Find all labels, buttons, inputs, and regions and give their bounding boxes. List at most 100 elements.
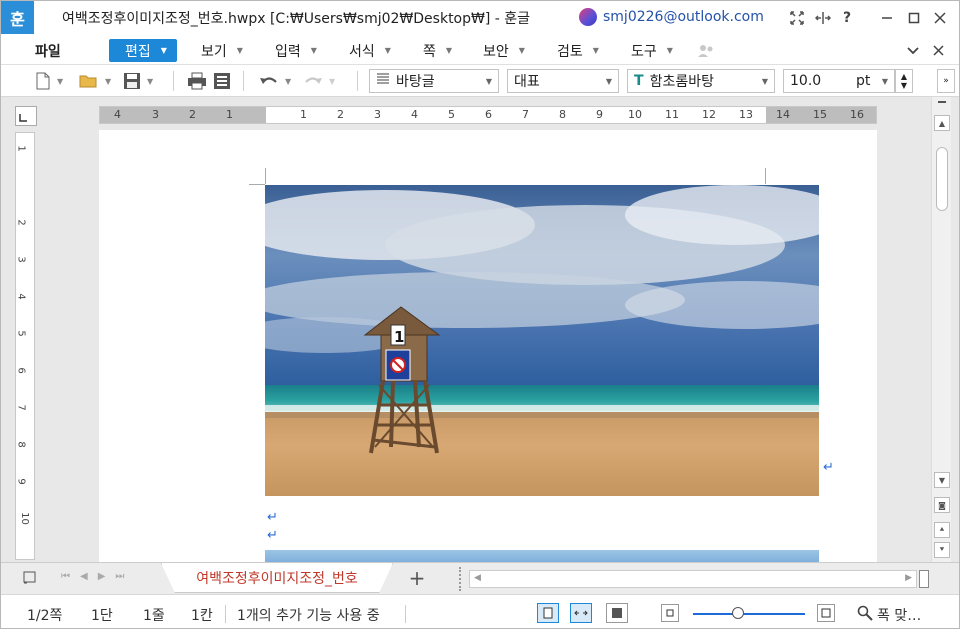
ruler-tick: 4 xyxy=(15,293,27,300)
page-select-icon[interactable]: ◙ xyxy=(934,497,950,513)
menu-format[interactable]: 서식 ▼ xyxy=(349,39,391,62)
menu-security[interactable]: 보안 ▼ xyxy=(483,39,525,62)
add-tab-button[interactable]: + xyxy=(397,566,437,590)
horizontal-scrollbar[interactable]: ◀ ▶ xyxy=(469,570,917,588)
ruler-tick: 10 xyxy=(628,108,642,121)
vertical-ruler[interactable]: 1 2 3 4 5 6 7 8 9 10 xyxy=(15,132,35,560)
menu-page[interactable]: 쪽 ▼ xyxy=(423,39,452,62)
menu-tools-label: 도구 xyxy=(631,43,657,60)
toolbar-expand-icon[interactable]: » xyxy=(937,69,955,93)
chevron-down-icon: ▼ xyxy=(592,46,599,55)
scroll-down-icon[interactable]: ▼ xyxy=(934,472,950,488)
toolbar-divider xyxy=(243,71,244,91)
menu-view[interactable]: 보기 ▼ xyxy=(201,39,243,62)
prev-page-icon[interactable]: ⯅ xyxy=(934,522,950,538)
zoom-in-button[interactable] xyxy=(817,604,835,622)
menu-edit[interactable]: 편집 ▼ xyxy=(109,39,177,62)
style-combo-value: 바탕글 xyxy=(396,74,435,90)
menu-review[interactable]: 검토 ▼ xyxy=(557,39,599,62)
ruler-tick: 1 xyxy=(15,145,27,152)
redo-button[interactable]: ▼ xyxy=(303,70,335,92)
tab-document[interactable]: 여백조정후이미지조정_번호 xyxy=(161,563,393,593)
scroll-up-icon[interactable]: ▲ xyxy=(934,115,950,131)
account-avatar-icon[interactable] xyxy=(579,8,597,26)
maximize-icon[interactable] xyxy=(904,8,924,28)
ruler-tick: 6 xyxy=(485,108,492,121)
expand-icon[interactable] xyxy=(787,8,807,28)
doc-close-icon[interactable] xyxy=(933,39,944,62)
menu-insert[interactable]: 입력 ▼ xyxy=(275,39,317,62)
undo-button[interactable]: ▼ xyxy=(259,70,291,92)
beach-photo[interactable]: 1 xyxy=(265,185,819,496)
style-combo[interactable]: 바탕글 ▼ xyxy=(369,69,499,93)
close-icon[interactable] xyxy=(930,8,950,28)
chevron-down-icon: ▼ xyxy=(666,46,673,55)
ruler-tick: 2 xyxy=(337,108,344,121)
width-view-button[interactable] xyxy=(570,603,592,623)
status-addon[interactable]: 1개의 추가 기능 사용 중 xyxy=(237,605,380,625)
language-combo[interactable]: 대표 ▼ xyxy=(507,69,619,93)
chevron-down-icon: ▼ xyxy=(881,76,888,86)
zoom-out-button[interactable] xyxy=(661,604,679,622)
chevron-down-icon: ▼ xyxy=(57,76,64,86)
paragraph-style-icon xyxy=(376,72,390,90)
app-logo[interactable]: 훈 xyxy=(1,1,34,34)
stepper-up-icon[interactable]: ▲ xyxy=(901,72,907,81)
ruler-tick: 7 xyxy=(15,404,27,411)
font-combo[interactable]: T 함초롬바탕 ▼ xyxy=(627,69,775,93)
help-icon[interactable]: ? xyxy=(837,8,857,28)
chevron-down-icon: ▼ xyxy=(761,76,768,86)
language-combo-value: 대표 xyxy=(514,74,540,90)
margin-guide xyxy=(265,168,266,184)
split-view-handle-icon[interactable] xyxy=(934,97,950,107)
ruler-tick: 15 xyxy=(813,108,827,121)
scroll-right-icon[interactable]: ▶ xyxy=(905,573,912,583)
font-combo-value: 함초롬바탕 xyxy=(649,74,714,90)
open-doc-button[interactable]: ▼ xyxy=(79,70,111,92)
tab-splitter[interactable] xyxy=(459,567,461,591)
print-button[interactable] xyxy=(187,70,207,92)
zoom-slider-knob[interactable] xyxy=(731,607,744,619)
status-column: 1칸 xyxy=(191,608,213,624)
zoom-fit-control[interactable]: 폭 맞… xyxy=(857,605,921,625)
menu-edit-label: 편집 xyxy=(125,43,151,60)
save-button[interactable]: ▼ xyxy=(123,70,153,92)
status-page[interactable]: 1/2쪽 xyxy=(27,605,62,625)
vertical-scrollbar[interactable]: ▲ ▼ ◙ ⯅ ⯆ xyxy=(931,97,951,562)
new-doc-button[interactable]: ▼ xyxy=(35,70,63,92)
new-window-icon[interactable] xyxy=(23,571,37,589)
full-view-button[interactable] xyxy=(606,603,628,623)
split-icon[interactable] xyxy=(813,8,833,28)
ribbon-collapse-icon[interactable] xyxy=(907,39,919,62)
next-page-icon[interactable]: ⯆ xyxy=(934,542,950,558)
menu-file[interactable]: 파일 xyxy=(35,39,61,62)
ruler-tick: 1 xyxy=(300,108,307,121)
page-view-button[interactable] xyxy=(537,603,559,623)
horizontal-ruler[interactable]: 4 3 2 1 1 2 3 4 5 6 7 8 9 10 11 12 13 14… xyxy=(99,106,877,124)
account-area[interactable]: smj0226@outlook.com xyxy=(579,8,764,26)
ruler-tick: 13 xyxy=(739,108,753,121)
beach-sand xyxy=(265,412,819,496)
document-page[interactable]: 1 ↵ ↵ ↵ xyxy=(99,130,877,562)
zoom-slider[interactable] xyxy=(693,613,805,615)
tower-number: 1 xyxy=(394,328,404,346)
menu-tools[interactable]: 도구 ▼ xyxy=(631,39,673,62)
scroll-left-icon[interactable]: ◀ xyxy=(474,573,481,583)
ruler-tick: 2 xyxy=(189,108,196,121)
stepper-down-icon[interactable]: ▼ xyxy=(901,81,907,90)
scroll-thumb[interactable] xyxy=(936,147,948,211)
font-size-combo[interactable]: 10.0 pt ▼ xyxy=(783,69,895,93)
ruler-tick: 3 xyxy=(152,108,159,121)
second-photo-top[interactable] xyxy=(265,550,819,562)
tab-nav-icons[interactable]: ⏮◀▶⏭ xyxy=(61,571,134,582)
preview-button[interactable] xyxy=(213,70,231,92)
chevron-down-icon: ▼ xyxy=(105,76,112,86)
account-email[interactable]: smj0226@outlook.com xyxy=(603,9,764,25)
minimize-icon[interactable] xyxy=(877,8,897,28)
ruler-tick: 5 xyxy=(448,108,455,121)
font-size-stepper[interactable]: ▲ ▼ xyxy=(895,69,913,93)
menu-security-label: 보안 xyxy=(483,43,509,60)
hsplit-handle-icon[interactable] xyxy=(919,570,929,588)
ruler-corner-tab-icon[interactable] xyxy=(15,106,37,126)
collab-icon[interactable] xyxy=(697,39,715,62)
